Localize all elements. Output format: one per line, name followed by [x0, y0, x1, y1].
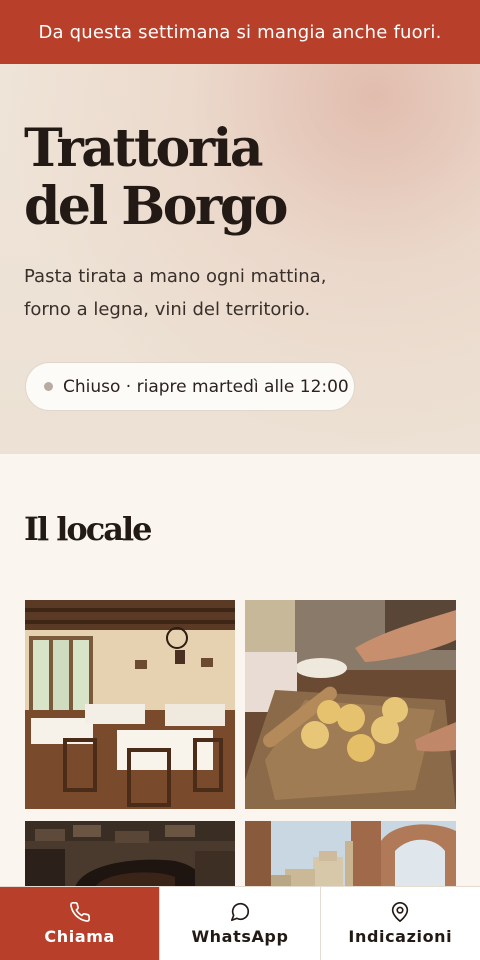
announcement-bar: Da questa settimana si mangia anche fuor…	[0, 0, 480, 64]
directions-label: Indicazioni	[348, 927, 453, 946]
map-pin-icon	[389, 901, 411, 923]
fresh-pasta-photo[interactable]	[245, 600, 456, 809]
chat-bubble-icon	[229, 901, 251, 923]
description-line-1: Pasta tirata a mano ogni mattina,	[24, 266, 327, 287]
announcement-text: Da questa settimana si mangia anche fuor…	[38, 21, 442, 43]
bottom-action-bar: Chiama WhatsApp Indicazioni	[0, 886, 480, 960]
call-button[interactable]: Chiama	[0, 887, 160, 960]
restaurant-description: Pasta tirata a mano ogni mattina, forno …	[24, 260, 424, 326]
title-line-1: Trattoria	[24, 118, 264, 179]
status-dot-icon	[44, 382, 53, 391]
directions-button[interactable]: Indicazioni	[319, 887, 480, 960]
opening-status-text: Chiuso · riapre martedì alle 12:00	[63, 376, 349, 397]
whatsapp-button[interactable]: WhatsApp	[159, 887, 320, 960]
wood-oven-photo[interactable]	[25, 821, 235, 887]
village-view-photo[interactable]	[245, 821, 456, 887]
hero-section: Trattoria del Borgo Pasta tirata a mano …	[0, 64, 480, 454]
opening-status-badge: Chiuso · riapre martedì alle 12:00	[25, 362, 355, 411]
dining-room-photo[interactable]	[25, 600, 235, 809]
call-label: Chiama	[44, 927, 115, 946]
whatsapp-label: WhatsApp	[191, 927, 289, 946]
phone-icon	[69, 901, 91, 923]
restaurant-name: Trattoria del Borgo	[24, 120, 444, 236]
title-line-2: del Borgo	[24, 176, 288, 237]
description-line-2: forno a legna, vini del territorio.	[24, 299, 311, 320]
gallery-title: Il locale	[24, 510, 152, 548]
